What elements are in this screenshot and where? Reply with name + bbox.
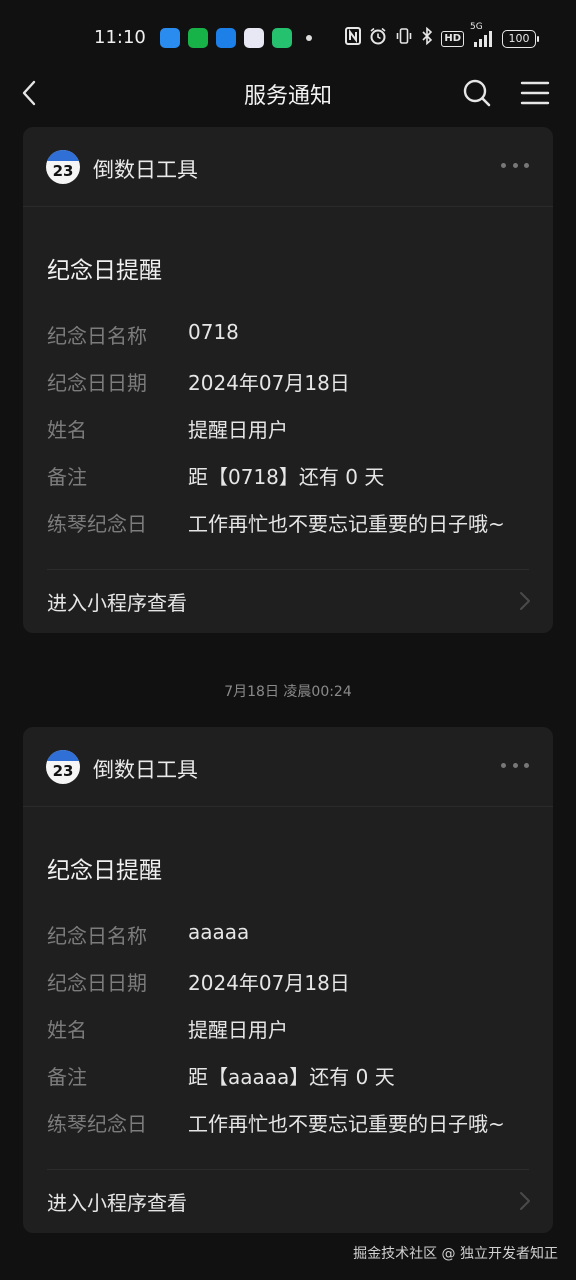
calendar-app-icon-top	[46, 750, 80, 761]
field-label: 纪念日名称	[47, 324, 147, 348]
field-value: 提醒日用户	[188, 1018, 288, 1042]
status-time: 11:10	[94, 27, 146, 48]
vibrate-icon	[395, 27, 413, 50]
field-row: 纪念日名称 0718	[47, 320, 537, 350]
card-title: 纪念日提醒	[47, 858, 162, 884]
card-title: 纪念日提醒	[47, 258, 162, 284]
app-name[interactable]: 倒数日工具	[93, 754, 198, 784]
field-row: 纪念日名称 aaaaa	[47, 920, 537, 950]
field-row: 姓名 提醒日用户	[47, 1014, 537, 1044]
service-notifications-screen: 11:10 HD 5G 100 服务通知 23 倒数日工具 纪念日提醒 纪念日名…	[0, 0, 576, 1280]
battery-icon: 100	[502, 29, 539, 48]
field-value: 工作再忙也不要忘记重要的日子哦~	[188, 512, 505, 536]
notification-app-icons	[160, 28, 312, 48]
calendar-number: 23	[52, 162, 74, 180]
open-mini-program-label: 进入小程序查看	[47, 1191, 187, 1215]
open-mini-program-link[interactable]: 进入小程序查看	[23, 570, 553, 633]
open-mini-program-link[interactable]: 进入小程序查看	[23, 1170, 553, 1233]
field-row: 姓名 提醒日用户	[47, 414, 537, 444]
chevron-left-icon	[22, 80, 36, 106]
calendar-app-icon[interactable]: 23	[46, 750, 80, 784]
field-row: 纪念日日期 2024年07月18日	[47, 967, 537, 997]
more-notifications-dot	[306, 35, 312, 41]
field-label: 练琴纪念日	[47, 512, 147, 536]
field-row: 纪念日日期 2024年07月18日	[47, 367, 537, 397]
field-label: 纪念日名称	[47, 924, 147, 948]
notification-card: 23 倒数日工具 纪念日提醒 纪念日名称 aaaaa 纪念日日期 2024年07…	[23, 727, 553, 1233]
message-timestamp: 7月18日 凌晨00:24	[224, 684, 352, 700]
calendar-app-icon-top	[46, 150, 80, 161]
navigation-bar: 服务通知	[0, 72, 576, 114]
field-row: 备注 距【aaaaa】还有 0 天	[47, 1061, 537, 1091]
field-value: 提醒日用户	[188, 418, 288, 442]
app-notification-icon	[216, 28, 236, 48]
field-label: 备注	[47, 1065, 87, 1089]
app-notification-icon	[244, 28, 264, 48]
field-row: 备注 距【0718】还有 0 天	[47, 461, 537, 491]
field-value: 2024年07月18日	[188, 371, 350, 395]
hamburger-menu-icon	[520, 81, 550, 105]
search-icon	[463, 79, 491, 107]
search-button[interactable]	[460, 76, 494, 110]
app-notification-icon	[272, 28, 292, 48]
app-notification-icon	[160, 28, 180, 48]
app-name[interactable]: 倒数日工具	[93, 154, 198, 184]
field-label: 姓名	[47, 1018, 87, 1042]
field-value: aaaaa	[188, 920, 250, 944]
system-status-icons: HD 5G 100	[345, 22, 539, 50]
field-label: 纪念日日期	[47, 371, 147, 395]
menu-button[interactable]	[518, 76, 552, 110]
field-label: 练琴纪念日	[47, 1112, 147, 1136]
status-bar: 11:10 HD 5G 100	[0, 0, 576, 72]
network-type: 5G	[470, 21, 483, 32]
more-options-icon[interactable]	[501, 763, 529, 771]
bluetooth-icon	[421, 26, 433, 50]
nfc-icon	[345, 27, 362, 50]
field-value: 距【aaaaa】还有 0 天	[188, 1065, 395, 1089]
field-row: 练琴纪念日 工作再忙也不要忘记重要的日子哦~	[47, 508, 537, 538]
watermark-text: 掘金技术社区 @ 独立开发者知正	[353, 1246, 558, 1262]
hd-voice-icon: HD	[441, 30, 464, 47]
card-header: 23 倒数日工具	[23, 727, 553, 807]
back-button[interactable]	[14, 76, 48, 110]
field-label: 纪念日日期	[47, 971, 147, 995]
chevron-right-icon	[520, 592, 530, 610]
calendar-app-icon[interactable]: 23	[46, 150, 80, 184]
chevron-right-icon	[520, 1192, 530, 1210]
field-row: 练琴纪念日 工作再忙也不要忘记重要的日子哦~	[47, 1108, 537, 1138]
field-label: 姓名	[47, 418, 87, 442]
card-header: 23 倒数日工具	[23, 127, 553, 207]
more-options-icon[interactable]	[501, 163, 529, 171]
signal-icon: 5G	[470, 22, 494, 48]
field-value: 2024年07月18日	[188, 971, 350, 995]
calendar-number: 23	[52, 762, 74, 780]
app-notification-icon	[188, 28, 208, 48]
field-value: 距【0718】还有 0 天	[188, 465, 385, 489]
field-value: 0718	[188, 320, 239, 344]
field-value: 工作再忙也不要忘记重要的日子哦~	[188, 1112, 505, 1136]
notification-card: 23 倒数日工具 纪念日提醒 纪念日名称 0718 纪念日日期 2024年07月…	[23, 127, 553, 633]
open-mini-program-label: 进入小程序查看	[47, 591, 187, 615]
field-label: 备注	[47, 465, 87, 489]
alarm-icon	[369, 27, 387, 50]
